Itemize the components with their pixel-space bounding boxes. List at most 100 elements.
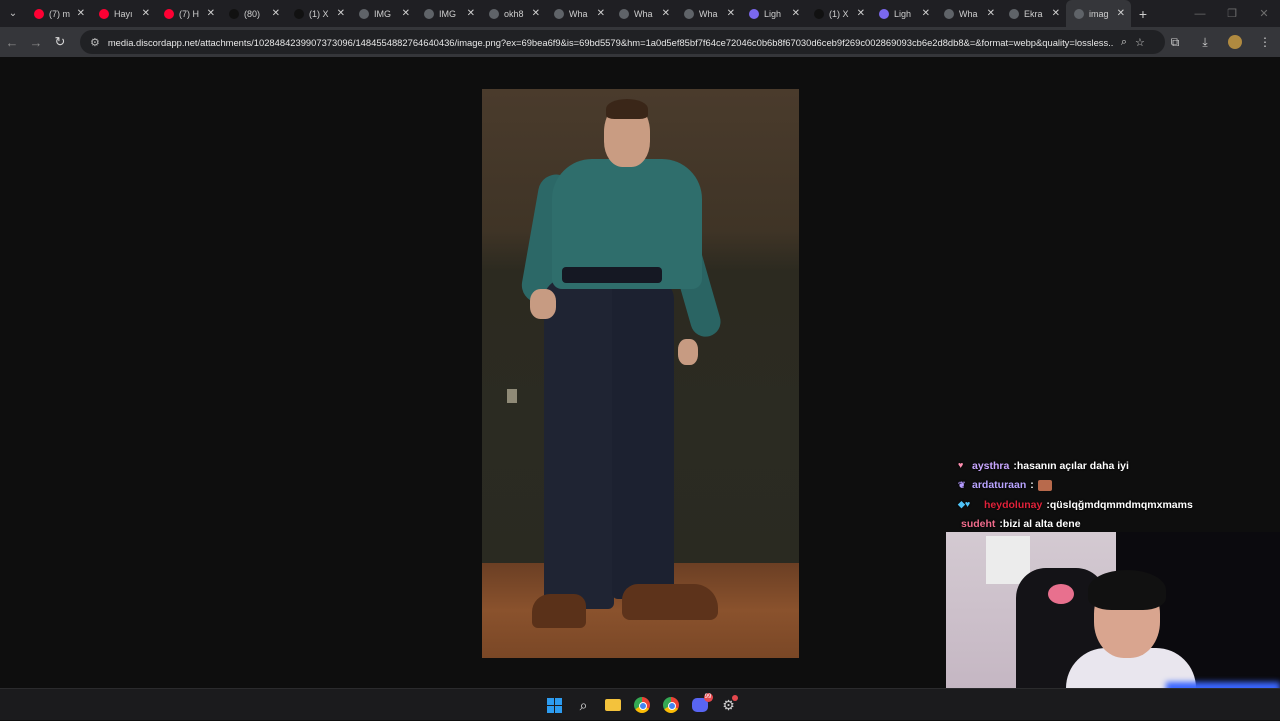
close-tab-icon[interactable]: ✕ [467, 8, 475, 19]
browser-toolbar: ← → ↻ ⚙ media.discordapp.net/attachments… [0, 27, 1280, 57]
webcam-hair [1088, 570, 1166, 610]
photo-hair [606, 99, 648, 119]
forward-icon[interactable]: → [24, 35, 48, 50]
chrome-button[interactable] [627, 689, 656, 721]
browser-tab[interactable]: (80) ✕ [221, 0, 286, 27]
close-tab-icon[interactable]: ✕ [337, 8, 345, 19]
globe-icon [359, 8, 369, 19]
bookmark-star-icon[interactable]: ☆ [1135, 36, 1145, 49]
extensions-icon[interactable]: ⧉ [1160, 35, 1190, 50]
app-button[interactable]: ⚙ [714, 689, 743, 721]
close-tab-icon[interactable]: ✕ [77, 8, 85, 19]
discord-button[interactable]: 99 [685, 689, 714, 721]
browser-tab[interactable]: IMG ✕ [416, 0, 481, 27]
chat-text: bizi al alta dene [1002, 518, 1081, 531]
new-tab-button[interactable]: + [1131, 6, 1155, 22]
close-tab-icon[interactable]: ✕ [857, 8, 865, 19]
browser-tab[interactable]: Ligh ✕ [871, 0, 936, 27]
url-text[interactable]: media.discordapp.net/attachments/1028484… [108, 37, 1113, 48]
chat-separator: : [1030, 479, 1034, 492]
tab-title: Wha [634, 8, 653, 19]
close-tab-icon[interactable]: ✕ [532, 8, 540, 19]
close-tab-icon[interactable]: ✕ [1117, 8, 1125, 19]
site-info-icon[interactable]: ⚙ [90, 36, 100, 49]
globe-icon [619, 8, 629, 19]
menu-icon[interactable]: ⋮ [1250, 35, 1280, 49]
chrome-profile-button[interactable] [656, 689, 685, 721]
zoom-icon[interactable]: ⌕ [1121, 36, 1127, 49]
tab-list: (7) m ✕ Hayı ✕ (7) H ✕ (80) ✕ (1) X ✕ IMG ✕ IMG ✕ okh8… [26, 0, 1131, 27]
chrome-icon [633, 697, 650, 713]
browser-tab[interactable]: (1) X ✕ [286, 0, 351, 27]
download-icon[interactable]: ⤓ [1190, 35, 1220, 50]
x-icon [294, 8, 304, 19]
browser-tab[interactable]: Hayı ✕ [91, 0, 156, 27]
close-tab-icon[interactable]: ✕ [272, 8, 280, 19]
chrome-icon [662, 697, 679, 713]
browser-tab[interactable]: Ekra ✕ [1001, 0, 1066, 27]
browser-tab[interactable]: Wha ✕ [611, 0, 676, 27]
folder-icon [604, 699, 621, 711]
browser-tab[interactable]: Ligh ✕ [741, 0, 806, 27]
close-tab-icon[interactable]: ✕ [1052, 8, 1060, 19]
tab-title: okh8 [504, 8, 524, 19]
globe-icon [944, 8, 954, 19]
close-tab-icon[interactable]: ✕ [922, 8, 930, 19]
back-icon[interactable]: ← [0, 35, 24, 50]
close-tab-icon[interactable]: ✕ [142, 8, 150, 19]
tab-title: Ekra [1024, 8, 1043, 19]
globe-icon [554, 8, 564, 19]
start-button[interactable] [540, 689, 569, 721]
tab-title: (1) X [829, 8, 849, 19]
browser-tab[interactable]: IMG ✕ [351, 0, 416, 27]
browser-tab[interactable]: (1) X ✕ [806, 0, 871, 27]
browser-tab[interactable]: Wha ✕ [546, 0, 611, 27]
chat-username: heydolunay [984, 498, 1043, 511]
globe-icon [489, 8, 499, 19]
minimize-icon[interactable]: — [1184, 8, 1216, 20]
globe-icon [1074, 8, 1084, 19]
reload-icon[interactable]: ↻ [48, 34, 72, 50]
close-window-icon[interactable]: ✕ [1248, 7, 1280, 20]
feather-icon [749, 8, 759, 19]
browser-tab[interactable]: Wha ✕ [936, 0, 1001, 27]
photo-leg-right [612, 279, 674, 599]
photo-boot-right [622, 584, 718, 620]
globe-icon [424, 8, 434, 19]
youtube-icon [99, 8, 109, 19]
close-tab-icon[interactable]: ✕ [987, 8, 995, 19]
tab-title: IMG [439, 8, 456, 19]
photo-hand-left [530, 289, 556, 319]
browser-tab[interactable]: Wha ✕ [676, 0, 741, 27]
chat-username: aysthra [972, 459, 1010, 472]
browser-tab[interactable]: imag ✕ [1066, 0, 1131, 27]
attachment-image[interactable] [482, 89, 799, 658]
x-icon [814, 8, 824, 19]
taskbar-search-button[interactable]: ⌕ [569, 689, 598, 721]
tab-title: Hayı [114, 8, 133, 19]
close-tab-icon[interactable]: ✕ [207, 8, 215, 19]
browser-tab[interactable]: (7) m ✕ [26, 0, 91, 27]
restore-icon[interactable]: ❐ [1216, 7, 1248, 20]
profile-avatar[interactable] [1228, 35, 1242, 49]
chat-text: qüslqğmdqmmdmqmxmams [1049, 498, 1193, 511]
browser-tab[interactable]: (7) H ✕ [156, 0, 221, 27]
browser-tab[interactable]: okh8 ✕ [481, 0, 546, 27]
chat-badge-icon: ❦ [958, 479, 966, 490]
chat-username: sudeht [961, 518, 996, 531]
close-tab-icon[interactable]: ✕ [597, 8, 605, 19]
chat-text: hasanın açılar daha iyi [1016, 459, 1129, 472]
webcam-chair-logo [1048, 584, 1074, 604]
close-tab-icon[interactable]: ✕ [727, 8, 735, 19]
close-tab-icon[interactable]: ✕ [402, 8, 410, 19]
close-tab-icon[interactable]: ✕ [792, 8, 800, 19]
globe-icon [1009, 8, 1019, 19]
close-tab-icon[interactable]: ✕ [662, 8, 670, 19]
address-bar[interactable]: ⚙ media.discordapp.net/attachments/10284… [80, 30, 1165, 54]
tab-title: (80) [244, 8, 261, 19]
tab-search-button[interactable]: ⌄ [0, 0, 26, 27]
tab-title: Ligh [894, 8, 912, 19]
tab-title: (7) m [49, 8, 70, 19]
chat-message: ◆♥ heydolunay: qüslqğmdqmmdmqmxmams [958, 495, 1278, 515]
file-explorer-button[interactable] [598, 689, 627, 721]
